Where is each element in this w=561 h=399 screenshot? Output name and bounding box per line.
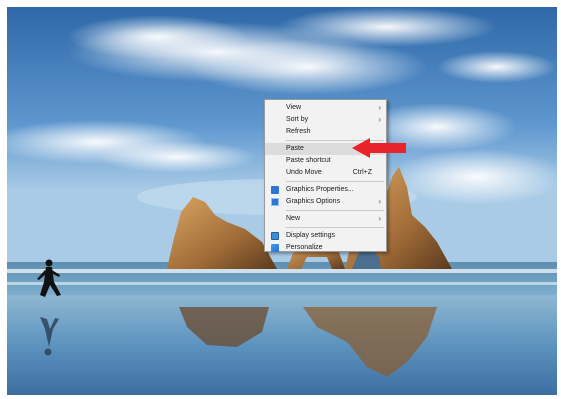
desktop-context-menu: View › Sort by › Refresh Paste Paste sho… bbox=[264, 99, 387, 252]
menu-item-shortcut: Ctrl+Z bbox=[352, 169, 372, 176]
display-settings-icon bbox=[271, 232, 279, 240]
red-arrow-annotation-icon bbox=[352, 138, 406, 158]
chevron-right-icon: › bbox=[378, 197, 381, 206]
menu-item-label: Graphics Options bbox=[286, 198, 341, 205]
menu-separator bbox=[286, 181, 384, 182]
menu-item-label: Graphics Properties... bbox=[286, 186, 354, 193]
menu-item-undo-move[interactable]: Undo Move Ctrl+Z bbox=[265, 167, 386, 179]
menu-item-graphics-properties[interactable]: Graphics Properties... bbox=[265, 184, 386, 196]
menu-item-label: Undo Move bbox=[286, 169, 322, 176]
personalize-icon bbox=[271, 244, 279, 252]
desktop[interactable]: View › Sort by › Refresh Paste Paste sho… bbox=[7, 7, 557, 395]
menu-item-view[interactable]: View › bbox=[265, 102, 386, 114]
menu-item-label: View bbox=[286, 104, 302, 111]
menu-item-label: Display settings bbox=[286, 232, 336, 239]
menu-item-label: Paste bbox=[286, 145, 304, 152]
menu-item-label: Refresh bbox=[286, 128, 311, 135]
graphics-options-icon bbox=[271, 198, 279, 206]
menu-separator bbox=[286, 227, 384, 228]
menu-item-sort-by[interactable]: Sort by › bbox=[265, 114, 386, 126]
menu-item-label: Personalize bbox=[286, 244, 323, 251]
menu-item-graphics-options[interactable]: Graphics Options › bbox=[265, 196, 386, 208]
menu-item-new[interactable]: New › bbox=[265, 213, 386, 225]
menu-separator bbox=[286, 210, 384, 211]
chevron-right-icon: › bbox=[378, 214, 381, 223]
menu-item-personalize[interactable]: Personalize bbox=[265, 242, 386, 254]
graphics-properties-icon bbox=[271, 186, 279, 194]
menu-item-label: Paste shortcut bbox=[286, 157, 331, 164]
menu-item-label: New bbox=[286, 215, 301, 222]
menu-item-label: Sort by bbox=[286, 116, 309, 123]
chevron-right-icon: › bbox=[378, 103, 381, 112]
menu-item-display-settings[interactable]: Display settings bbox=[265, 230, 386, 242]
chevron-right-icon: › bbox=[378, 115, 381, 124]
